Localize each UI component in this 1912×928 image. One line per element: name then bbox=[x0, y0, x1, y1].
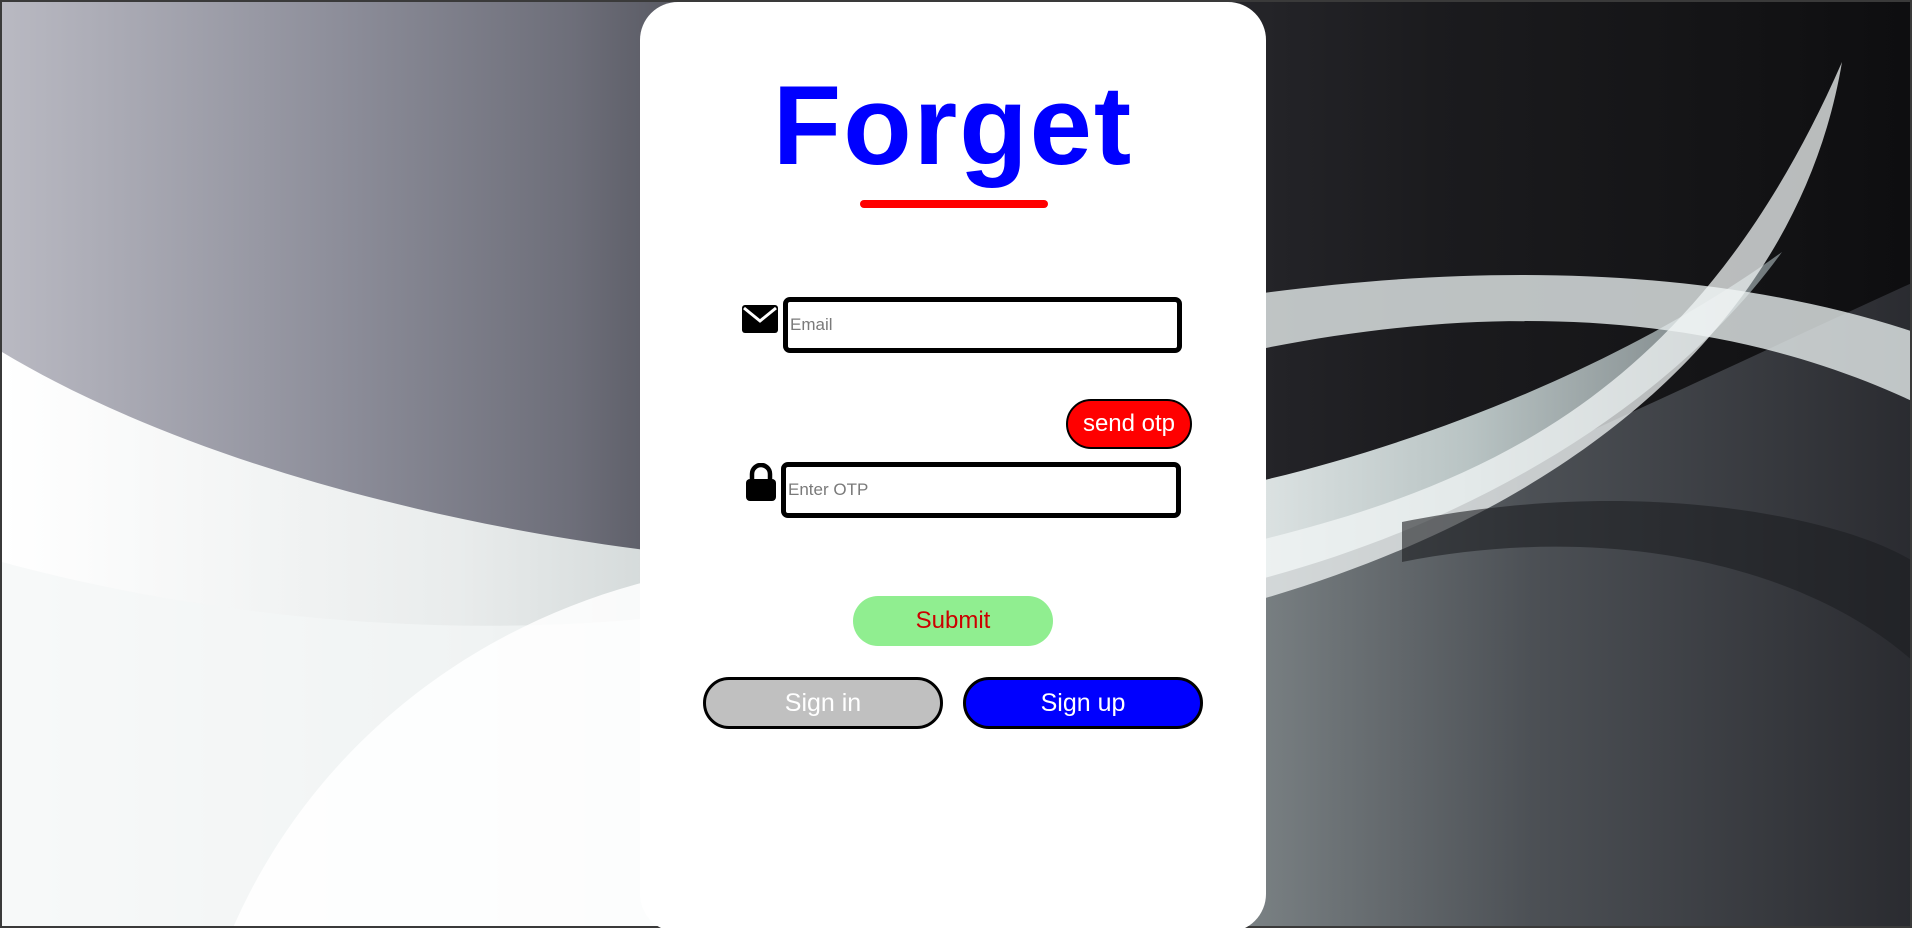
send-otp-button[interactable]: send otp bbox=[1066, 399, 1192, 449]
otp-input[interactable] bbox=[781, 462, 1181, 518]
title-underline bbox=[860, 200, 1048, 208]
email-input[interactable] bbox=[783, 297, 1182, 353]
sign-in-button[interactable]: Sign in bbox=[703, 677, 943, 729]
submit-button[interactable]: Submit bbox=[853, 596, 1053, 646]
lock-icon bbox=[741, 463, 781, 503]
page-title: Forget bbox=[772, 63, 1134, 188]
envelope-icon bbox=[740, 299, 780, 339]
forget-password-card: Forget send otp Submit Sign in Sign up bbox=[640, 2, 1266, 928]
sign-up-button[interactable]: Sign up bbox=[963, 677, 1203, 729]
